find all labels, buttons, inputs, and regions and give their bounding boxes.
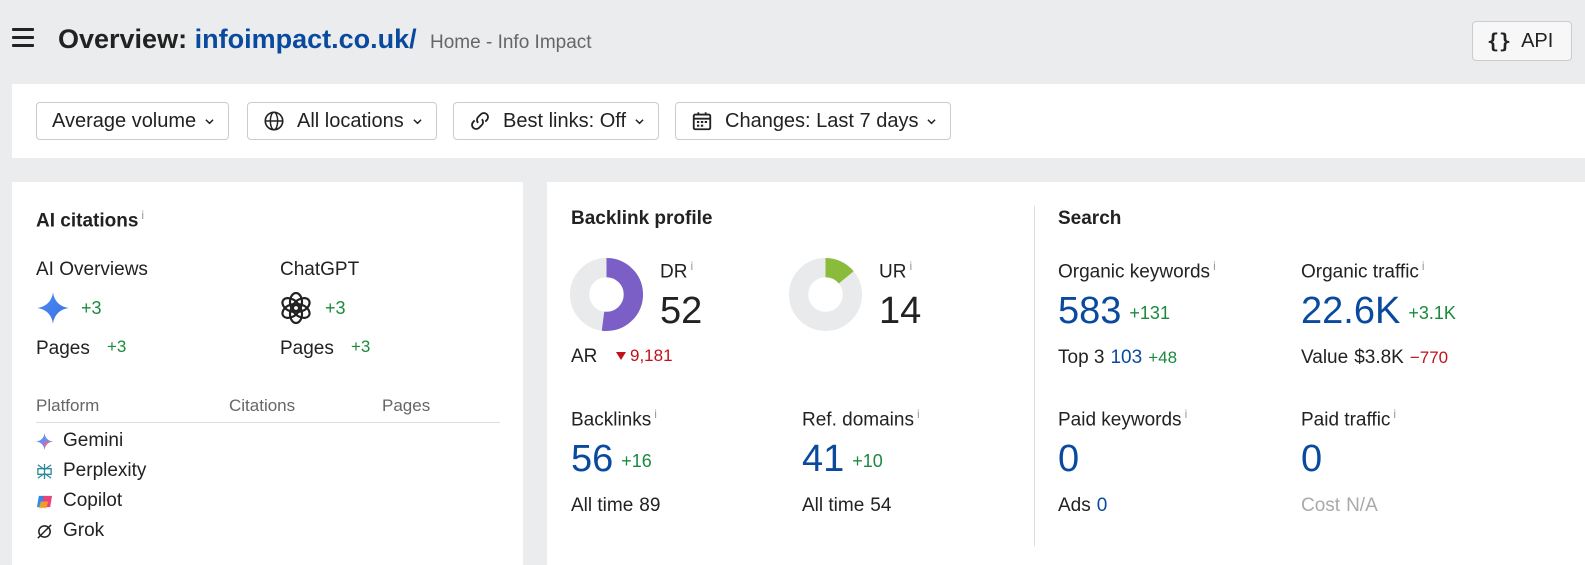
search-title: Search xyxy=(1058,208,1122,229)
platform-name: Grok xyxy=(63,520,105,541)
paid-keywords-ads: Ads 0 xyxy=(1058,495,1108,516)
gemini-icon xyxy=(36,432,53,450)
link-icon xyxy=(471,112,489,130)
info-icon[interactable]: i xyxy=(909,259,912,273)
volume-filter-label: Average volume xyxy=(52,109,197,132)
platform-row-copilot[interactable]: Copilot xyxy=(36,490,122,512)
chatgpt-pages-label: Pages xyxy=(280,338,334,359)
api-button[interactable]: {} API xyxy=(1472,21,1572,61)
chatgpt-delta: +3 xyxy=(325,298,346,318)
ai-overviews-pages-delta: +3 xyxy=(107,337,127,356)
page-title: Overview: infoimpact.co.uk/ xyxy=(58,24,417,55)
ref-domains-all-time: All time 54 xyxy=(802,495,892,516)
platform-row-perplexity[interactable]: Perplexity xyxy=(36,460,146,482)
organic-keywords-label: Organic keywords i xyxy=(1058,259,1216,283)
info-icon[interactable]: i xyxy=(654,407,657,421)
chevron-down-icon xyxy=(413,118,422,124)
copilot-icon xyxy=(36,495,53,508)
target-domain-link[interactable]: infoimpact.co.uk/ xyxy=(195,24,417,54)
best-links-filter-label: Best links: Off xyxy=(503,109,627,132)
chevron-down-icon xyxy=(927,118,937,124)
backlinks-value[interactable]: 56 +16 xyxy=(571,438,652,481)
globe-icon xyxy=(264,111,284,131)
hamburger-menu-icon[interactable] xyxy=(12,28,34,48)
ur-value: 14 xyxy=(879,290,922,332)
info-icon[interactable]: i xyxy=(690,259,693,273)
backlink-profile-title: Backlink profile xyxy=(571,208,713,229)
grok-icon xyxy=(37,523,52,539)
paid-traffic-value[interactable]: 0 xyxy=(1301,438,1322,481)
ai-overviews-sparkle-icon xyxy=(37,292,69,324)
dr-donut-chart xyxy=(570,258,643,331)
backlinks-all-time: All time 89 xyxy=(571,495,661,516)
column-header-platform[interactable]: Platform xyxy=(36,396,99,416)
info-icon[interactable]: i xyxy=(1213,259,1216,273)
backlinks-label: Backlinks i xyxy=(571,407,657,431)
organic-traffic-value-row: Value $3.8K −770 xyxy=(1301,347,1449,368)
braces-icon: {} xyxy=(1487,29,1512,53)
chatgpt-pages-delta: +3 xyxy=(351,337,371,356)
info-icon[interactable]: i xyxy=(917,407,920,421)
paid-traffic-cost: Cost N/A xyxy=(1301,495,1378,516)
dr-value: 52 xyxy=(660,290,703,332)
best-links-filter-dropdown[interactable]: Best links: Off xyxy=(453,102,660,140)
ar-value: 9,181 xyxy=(630,346,673,365)
section-divider xyxy=(1034,206,1035,546)
paid-traffic-label: Paid traffic i xyxy=(1301,407,1397,431)
organic-keywords-value[interactable]: 583 +131 xyxy=(1058,290,1170,333)
organic-traffic-label: Organic traffic i xyxy=(1301,259,1425,283)
perplexity-icon xyxy=(37,463,52,479)
paid-keywords-value[interactable]: 0 xyxy=(1058,438,1079,481)
info-icon[interactable]: i xyxy=(1185,407,1188,421)
location-filter-label: All locations xyxy=(297,109,404,132)
ref-domains-delta: +10 xyxy=(852,451,883,471)
platform-row-grok[interactable]: Grok xyxy=(36,520,104,542)
platform-name: Perplexity xyxy=(63,460,147,481)
changes-filter-label: Changes: Last 7 days xyxy=(725,109,919,132)
ar-label: AR xyxy=(571,346,598,367)
api-label: API xyxy=(1521,29,1554,52)
info-icon[interactable]: i xyxy=(1393,407,1396,421)
ai-citations-title: AI citations i xyxy=(36,208,145,232)
openai-icon xyxy=(281,291,311,325)
table-divider xyxy=(36,422,500,423)
calendar-icon xyxy=(692,112,712,131)
organic-keywords-top3: Top 3 103 +48 xyxy=(1058,347,1178,368)
chevron-down-icon xyxy=(635,118,644,124)
chevron-down-icon xyxy=(205,118,214,124)
platform-row-gemini[interactable]: Gemini xyxy=(36,430,123,452)
column-header-citations[interactable]: Citations xyxy=(229,396,295,416)
ai-overviews-delta: +3 xyxy=(81,298,102,318)
column-header-pages[interactable]: Pages xyxy=(382,396,430,416)
ur-label: UR i xyxy=(879,259,913,283)
ref-domains-value[interactable]: 41 +10 xyxy=(802,438,883,481)
platform-name: Copilot xyxy=(63,490,123,511)
volume-filter-dropdown[interactable]: Average volume xyxy=(36,102,230,140)
paid-keywords-label: Paid keywords i xyxy=(1058,407,1188,431)
ai-overviews-pages-label: Pages xyxy=(36,338,90,359)
filter-bar: Average volume All locations Best links:… xyxy=(12,84,1585,158)
title-prefix: Overview: xyxy=(58,24,188,54)
organic-keywords-delta: +131 xyxy=(1129,303,1170,323)
page-header: Overview: infoimpact.co.uk/ Home - Info … xyxy=(0,0,1585,84)
dr-label: DR i xyxy=(660,259,694,283)
backlinks-delta: +16 xyxy=(621,451,652,471)
page-html-title: Home - Info Impact xyxy=(430,32,592,53)
location-filter-dropdown[interactable]: All locations xyxy=(247,102,437,140)
chatgpt-label: ChatGPT xyxy=(280,259,360,280)
triangle-down-icon xyxy=(616,352,626,360)
info-icon[interactable]: i xyxy=(1422,259,1425,273)
organic-traffic-delta: +3.1K xyxy=(1408,303,1456,323)
ur-donut-chart xyxy=(789,258,862,331)
info-icon[interactable]: i xyxy=(141,208,144,222)
organic-traffic-value[interactable]: 22.6K +3.1K xyxy=(1301,290,1456,333)
ref-domains-label: Ref. domains i xyxy=(802,407,920,431)
ai-overviews-label: AI Overviews xyxy=(36,259,148,280)
platform-name: Gemini xyxy=(63,430,124,451)
changes-filter-dropdown[interactable]: Changes: Last 7 days xyxy=(675,102,952,140)
